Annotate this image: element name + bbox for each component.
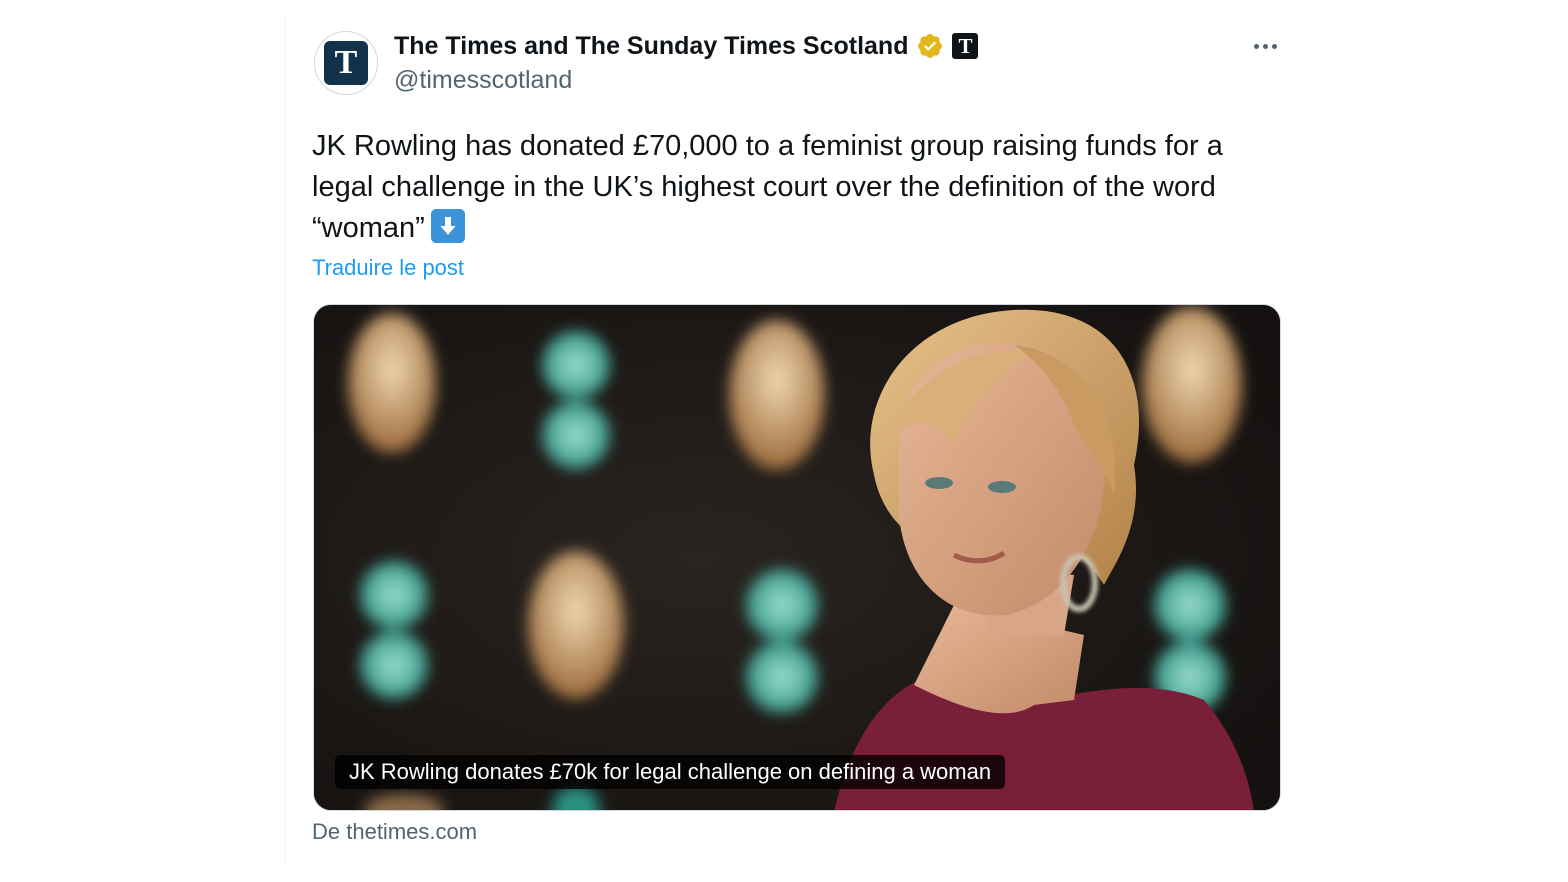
link-card-caption: JK Rowling donates £70k for legal challe… (335, 755, 1006, 789)
tweet-text-line: JK Rowling has donated £70,000 to a femi… (312, 130, 1223, 162)
link-source[interactable]: De thetimes.com (312, 818, 477, 846)
display-name[interactable]: The Times and The Sunday Times Scotland (394, 30, 908, 62)
author-name-row[interactable]: The Times and The Sunday Times Scotland … (394, 30, 979, 62)
translate-post-link[interactable]: Traduire le post (312, 254, 464, 282)
profile-avatar[interactable]: T (314, 31, 378, 95)
author-handle[interactable]: @timesscotland (394, 64, 572, 96)
more-options-button[interactable] (1248, 32, 1282, 60)
tweet-text-line: “woman” (312, 212, 425, 244)
more-dot-icon (1253, 43, 1259, 49)
link-card-image[interactable]: JK Rowling donates £70k for legal challe… (313, 304, 1281, 811)
tweet-text: JK Rowling has donated £70,000 to a femi… (312, 126, 1292, 249)
times-logo-icon: T (324, 41, 368, 85)
verified-gold-badge-icon (918, 34, 943, 58)
down-arrow-emoji-icon (430, 209, 465, 243)
affiliate-times-icon: T (952, 33, 979, 59)
article-photo (314, 305, 1280, 810)
tweet-text-line: legal challenge in the UK’s highest cour… (312, 171, 1216, 203)
more-dot-icon (1262, 43, 1268, 49)
timeline-border (284, 14, 285, 866)
more-dot-icon (1271, 43, 1277, 49)
